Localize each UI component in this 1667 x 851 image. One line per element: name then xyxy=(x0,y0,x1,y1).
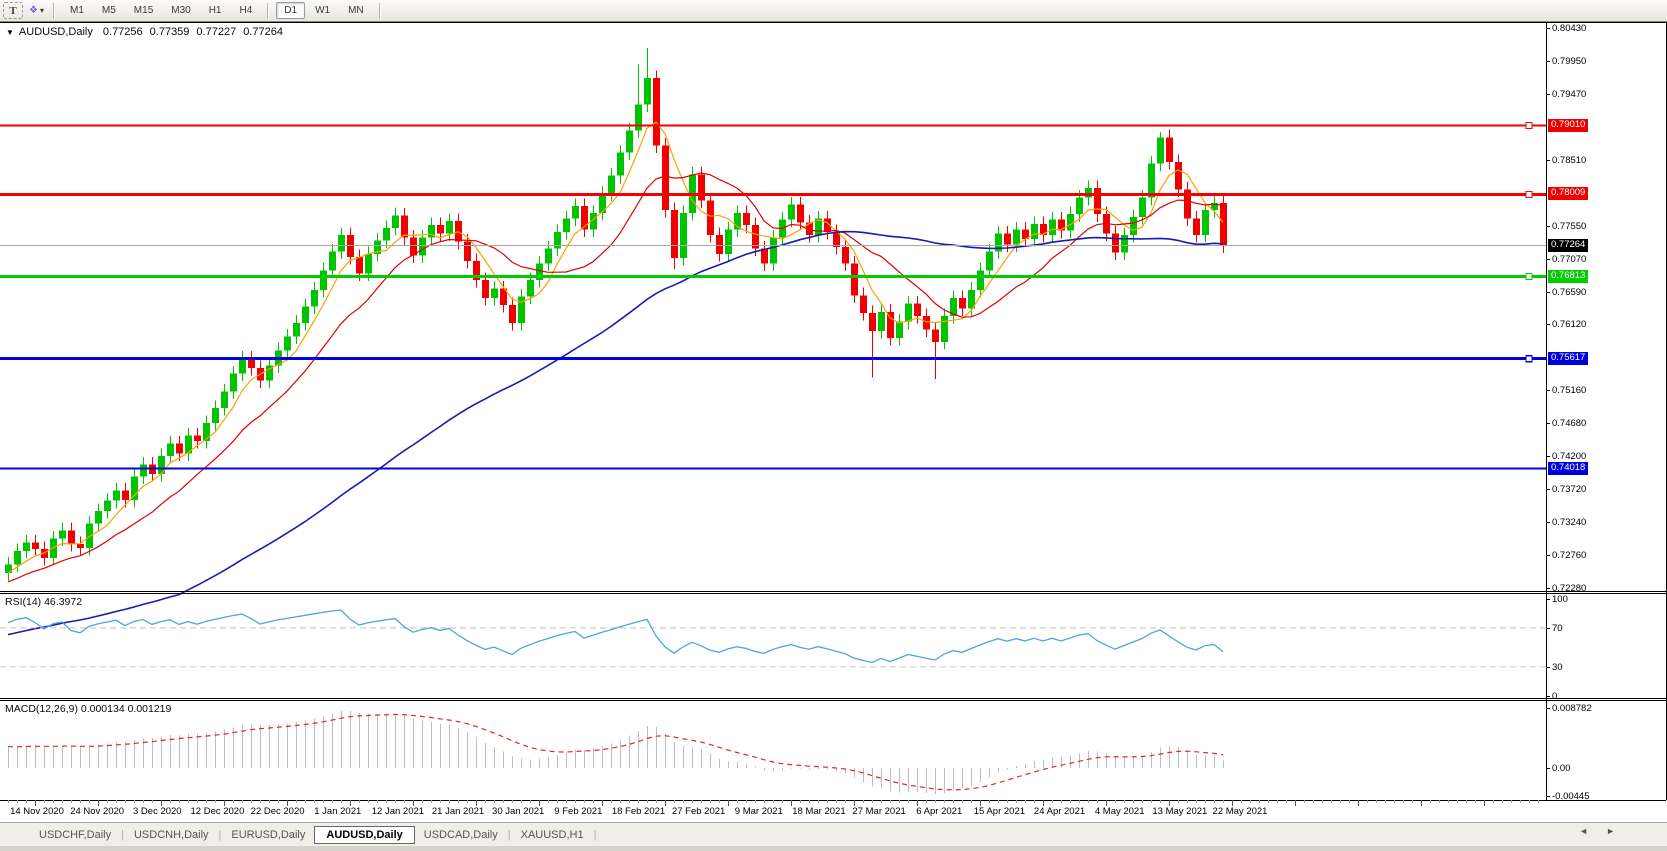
rsi-panel-layer xyxy=(0,610,1546,667)
chevron-down-icon: ▾ xyxy=(40,6,44,15)
tab-xauusd-h1[interactable]: XAUUSD,H1 xyxy=(512,827,593,843)
rsi-line xyxy=(8,610,1223,663)
timeframe-m30-button[interactable]: M30 xyxy=(163,2,198,19)
bottom-strip xyxy=(0,846,1667,851)
text-tool-button[interactable]: T xyxy=(3,2,23,19)
toolbar-separator xyxy=(267,3,269,19)
tab-scroll-arrows[interactable]: ◄► xyxy=(1579,826,1633,836)
toolbar-separator xyxy=(53,3,55,19)
symbol-tab-bar: USDCHF,Daily | USDCNH,Daily | EURUSD,Dai… xyxy=(0,822,1667,846)
timeframe-w1-button[interactable]: W1 xyxy=(307,2,338,19)
timeframe-h4-button[interactable]: H4 xyxy=(232,2,261,19)
candlestick-layer xyxy=(5,48,1227,581)
macd-signal-layer xyxy=(8,715,1223,790)
scroll-left-icon: ◄ xyxy=(1579,826,1606,836)
timeframe-d1-button[interactable]: D1 xyxy=(276,2,305,19)
tab-usdchf-daily[interactable]: USDCHF,Daily xyxy=(30,827,120,843)
timeframe-m1-button[interactable]: M1 xyxy=(62,2,92,19)
ma-lines-layer xyxy=(8,122,1223,635)
panel-borders xyxy=(0,22,1667,801)
macd-signal-line xyxy=(8,715,1223,790)
toolbar: T ❖ ▾ M1 M5 M15 M30 H1 H4 D1 W1 MN xyxy=(0,0,1667,22)
tab-separator: | xyxy=(594,829,597,841)
tab-separator: | xyxy=(508,829,511,841)
chart-canvas[interactable] xyxy=(0,0,1667,851)
tab-separator: | xyxy=(121,829,124,841)
macd-histogram xyxy=(9,711,1224,794)
timeframe-m15-button[interactable]: M15 xyxy=(126,2,161,19)
timeframe-h1-button[interactable]: H1 xyxy=(201,2,230,19)
level-lines-layer xyxy=(0,123,1546,469)
tab-eurusd-daily[interactable]: EURUSD,Daily xyxy=(222,827,314,843)
timeframe-mn-button[interactable]: MN xyxy=(340,2,372,19)
scroll-right-icon: ► xyxy=(1606,826,1633,836)
tab-audusd-daily[interactable]: AUDUSD,Daily xyxy=(314,826,414,844)
tab-separator: | xyxy=(219,829,222,841)
tab-usdcnh-daily[interactable]: USDCNH,Daily xyxy=(125,827,218,843)
timeframe-m5-button[interactable]: M5 xyxy=(94,2,124,19)
objects-tool-button[interactable]: ❖ ▾ xyxy=(26,2,47,19)
shapes-icon: ❖ xyxy=(29,5,38,16)
toolbar-separator xyxy=(379,3,381,19)
text-tool-icon: T xyxy=(9,5,16,17)
tab-usdcad-daily[interactable]: USDCAD,Daily xyxy=(415,827,507,843)
